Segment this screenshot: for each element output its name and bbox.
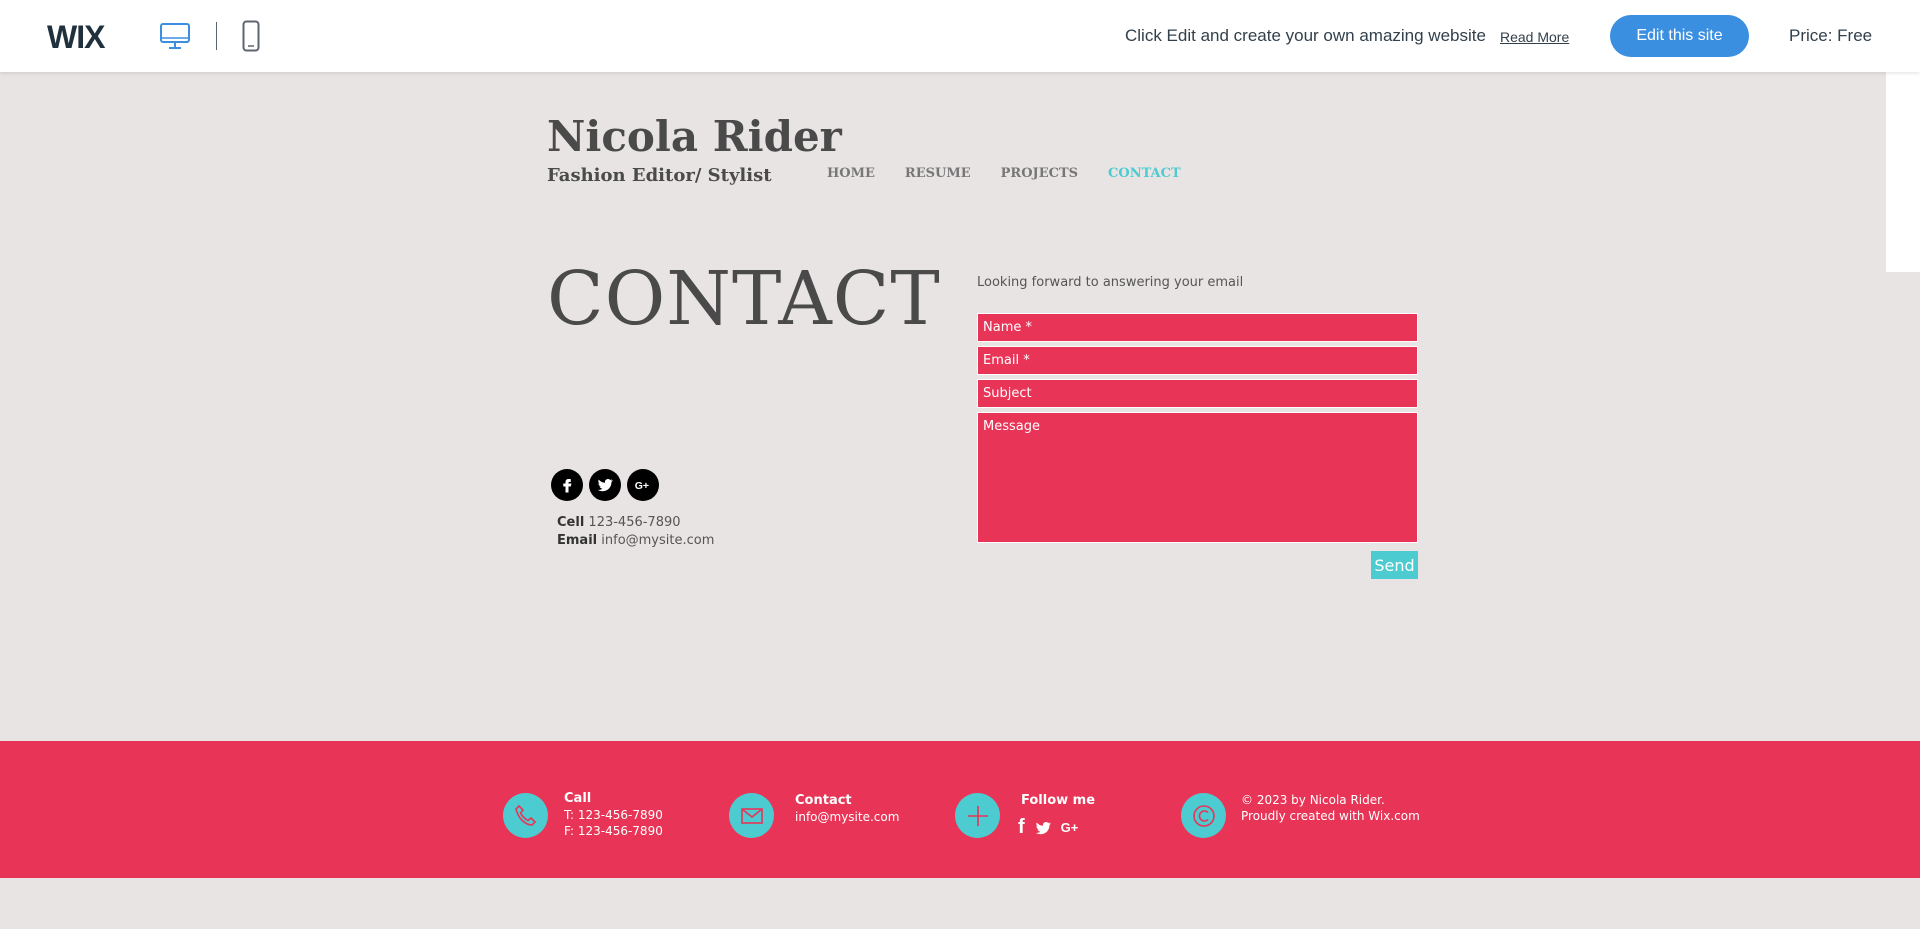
footer-call-title: Call: [564, 791, 592, 806]
promo-text: Click Edit and create your own amazing w…: [1125, 26, 1486, 45]
email-field[interactable]: [977, 346, 1418, 375]
footer-social-icons: f G+: [1018, 816, 1078, 839]
footer-facebook-icon[interactable]: f: [1018, 816, 1025, 839]
nav-home[interactable]: HOME: [827, 166, 875, 181]
footer-call-t: T: 123-456-7890: [564, 808, 663, 822]
footer-call: Call T: 123-456-7890 F: 123-456-7890: [564, 790, 663, 839]
created-with-text[interactable]: Proudly created with Wix.com: [1241, 809, 1420, 823]
svg-text:G+: G+: [635, 480, 649, 492]
page-title: CONTACT: [547, 256, 941, 342]
mobile-view-icon[interactable]: [242, 20, 260, 52]
contact-info: Cell 123-456-7890 Email info@mysite.com: [557, 514, 714, 550]
footer-contact-title: Contact: [795, 793, 852, 808]
subject-field[interactable]: [977, 379, 1418, 408]
price-label: Price: Free: [1789, 26, 1873, 45]
copyright-icon: [1181, 793, 1226, 838]
footer-contact-email[interactable]: info@mysite.com: [795, 810, 899, 824]
message-field[interactable]: [977, 412, 1418, 543]
google-plus-icon[interactable]: G+: [627, 469, 659, 501]
footer-copyright: © 2023 by Nicola Rider. Proudly created …: [1241, 792, 1420, 824]
footer-google-plus-icon[interactable]: G+: [1061, 820, 1079, 835]
scroll-strip: [1886, 72, 1920, 272]
footer-twitter-icon[interactable]: [1033, 819, 1053, 837]
form-intro: Looking forward to answering your email: [977, 275, 1244, 290]
phone-icon: [503, 793, 548, 838]
plus-icon: [955, 793, 1000, 838]
site-title[interactable]: Nicola Rider: [547, 112, 842, 161]
mail-icon: [729, 793, 774, 838]
social-icons: G+: [551, 469, 659, 501]
name-field[interactable]: [977, 313, 1418, 342]
footer-follow-title: Follow me: [1021, 793, 1096, 808]
copyright-text: © 2023 by Nicola Rider.: [1241, 793, 1385, 807]
desktop-view-icon[interactable]: [160, 22, 190, 50]
main-nav: HOME RESUME PROJECTS CONTACT: [827, 166, 1181, 181]
email-value[interactable]: info@mysite.com: [601, 533, 714, 548]
wix-logo[interactable]: WIX: [47, 19, 105, 56]
nav-projects[interactable]: PROJECTS: [1001, 166, 1078, 181]
wix-top-bar: WIX Click Edit and create your own amazi…: [0, 0, 1920, 72]
footer-contact: Contact info@mysite.com: [795, 792, 899, 825]
cell-row: Cell 123-456-7890: [557, 514, 714, 532]
send-button[interactable]: Send: [1371, 551, 1418, 579]
read-more-link[interactable]: Read More: [1500, 29, 1569, 45]
cell-value: 123-456-7890: [588, 515, 681, 530]
twitter-icon[interactable]: [589, 469, 621, 501]
footer-call-f: F: 123-456-7890: [564, 824, 663, 838]
edit-site-button[interactable]: Edit this site: [1610, 15, 1749, 57]
cell-label: Cell: [557, 515, 585, 530]
email-row: Email info@mysite.com: [557, 532, 714, 550]
site-subtitle: Fashion Editor/ Stylist: [547, 165, 772, 186]
nav-contact[interactable]: CONTACT: [1108, 166, 1181, 181]
facebook-icon[interactable]: [551, 469, 583, 501]
nav-resume[interactable]: RESUME: [905, 166, 971, 181]
email-label: Email: [557, 533, 598, 548]
device-separator: [216, 22, 217, 50]
footer-follow: Follow me: [1021, 792, 1095, 809]
